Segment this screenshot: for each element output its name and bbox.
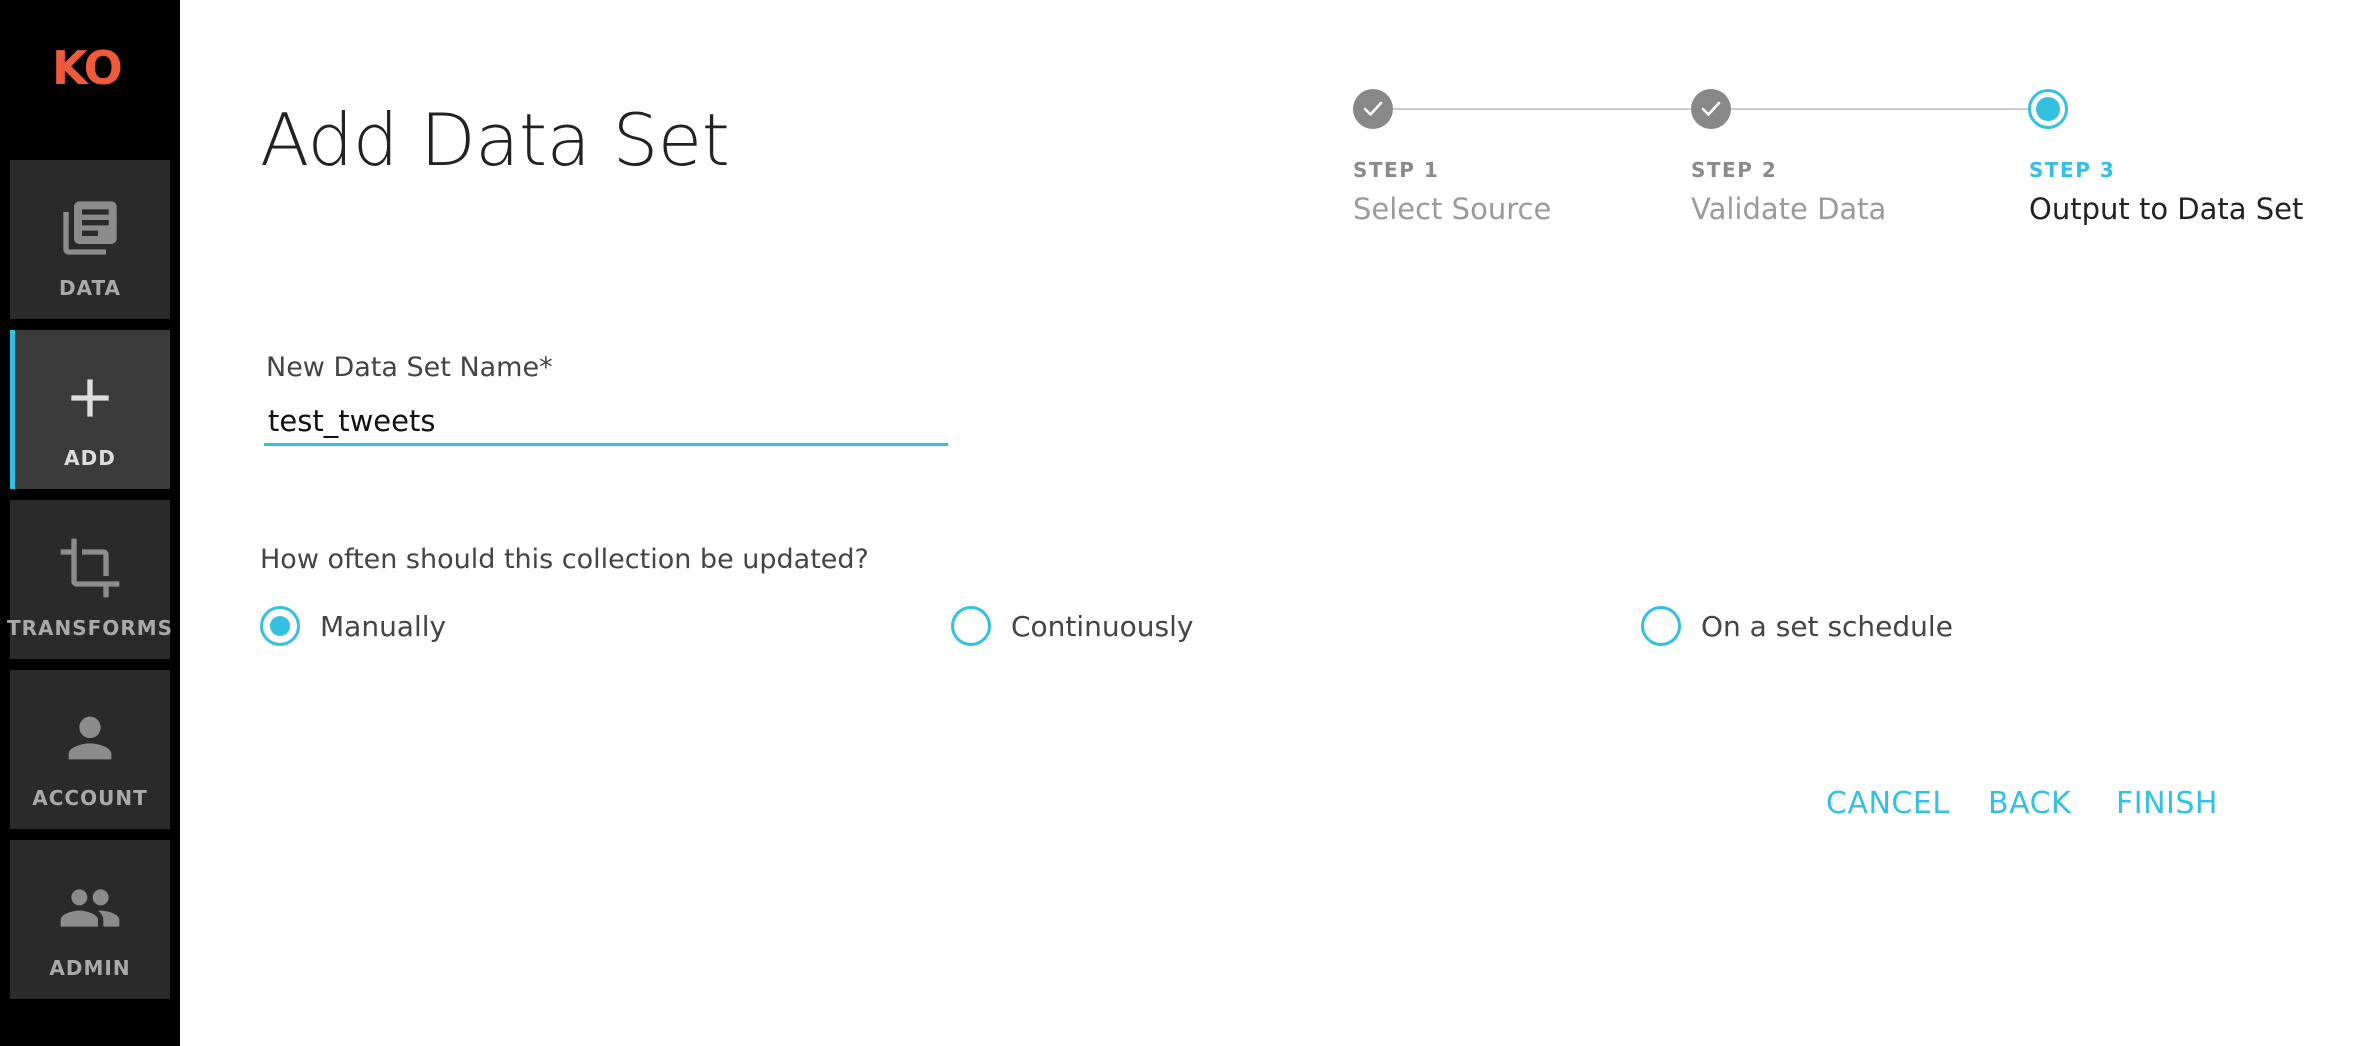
sidebar: KO DATA ADD TRANSFORMS ACCOUNT ADMIN [0,0,180,1046]
logo-text: KO [52,41,123,95]
people-icon [60,889,120,927]
step-3-name: Output to Data Set [2029,192,2304,226]
sidebar-item-label: DATA [58,276,122,300]
crop-icon [60,538,120,598]
finish-button[interactable]: FINISH [2116,786,2218,821]
sidebar-item-data[interactable]: DATA [10,160,170,319]
step-3-number: STEP 3 [2029,158,2116,182]
back-button[interactable]: BACK [1988,786,2071,821]
step-2-number: STEP 2 [1691,158,1778,182]
dataset-name-label: New Data Set Name* [266,352,553,383]
radio-circle[interactable] [951,606,991,646]
radio-label: On a set schedule [1701,609,1953,643]
radio-label: Manually [320,609,447,643]
radio-circle[interactable] [1641,606,1681,646]
sidebar-item-label: ACCOUNT [32,786,148,810]
stepper-connector [1710,108,2048,110]
cancel-button[interactable]: CANCEL [1826,786,1950,821]
stepper-connector [1372,108,1708,110]
radio-label: Continuously [1011,609,1194,643]
step-2-name: Validate Data [1691,192,1887,226]
radio-on-a-set-schedule[interactable]: On a set schedule [1641,606,1953,646]
dataset-name-input[interactable] [264,398,948,446]
sidebar-item-label: TRANSFORMS [6,616,174,640]
app-root: KO DATA ADD TRANSFORMS ACCOUNT ADMIN Add… [0,0,2358,1046]
sidebar-item-add[interactable]: ADD [10,330,170,489]
update-frequency-question: How often should this collection be upda… [260,544,869,575]
check-icon [1363,101,1383,116]
sidebar-item-admin[interactable]: ADMIN [10,840,170,999]
sidebar-item-transforms[interactable]: TRANSFORMS [6,500,174,659]
logo[interactable]: KO [52,41,123,95]
step-1-number: STEP 1 [1353,158,1440,182]
radio-manually[interactable]: Manually [260,606,446,646]
sidebar-item-label: ADD [64,446,116,470]
radio-circle-checked[interactable] [260,606,300,646]
plus-icon [71,379,109,417]
sidebar-item-account[interactable]: ACCOUNT [10,670,170,829]
active-indicator [10,330,15,489]
check-icon [1701,101,1721,116]
person-icon [68,716,112,760]
library-books-icon [63,201,117,255]
step-3-current-indicator [2028,89,2068,129]
step-1-complete-indicator [1353,89,1393,129]
step-2-complete-indicator [1691,89,1731,129]
step-1-name: Select Source [1353,192,1552,226]
sidebar-item-label: ADMIN [49,956,131,980]
radio-continuously[interactable]: Continuously [951,606,1194,646]
page-title: Add Data Set [260,98,730,182]
